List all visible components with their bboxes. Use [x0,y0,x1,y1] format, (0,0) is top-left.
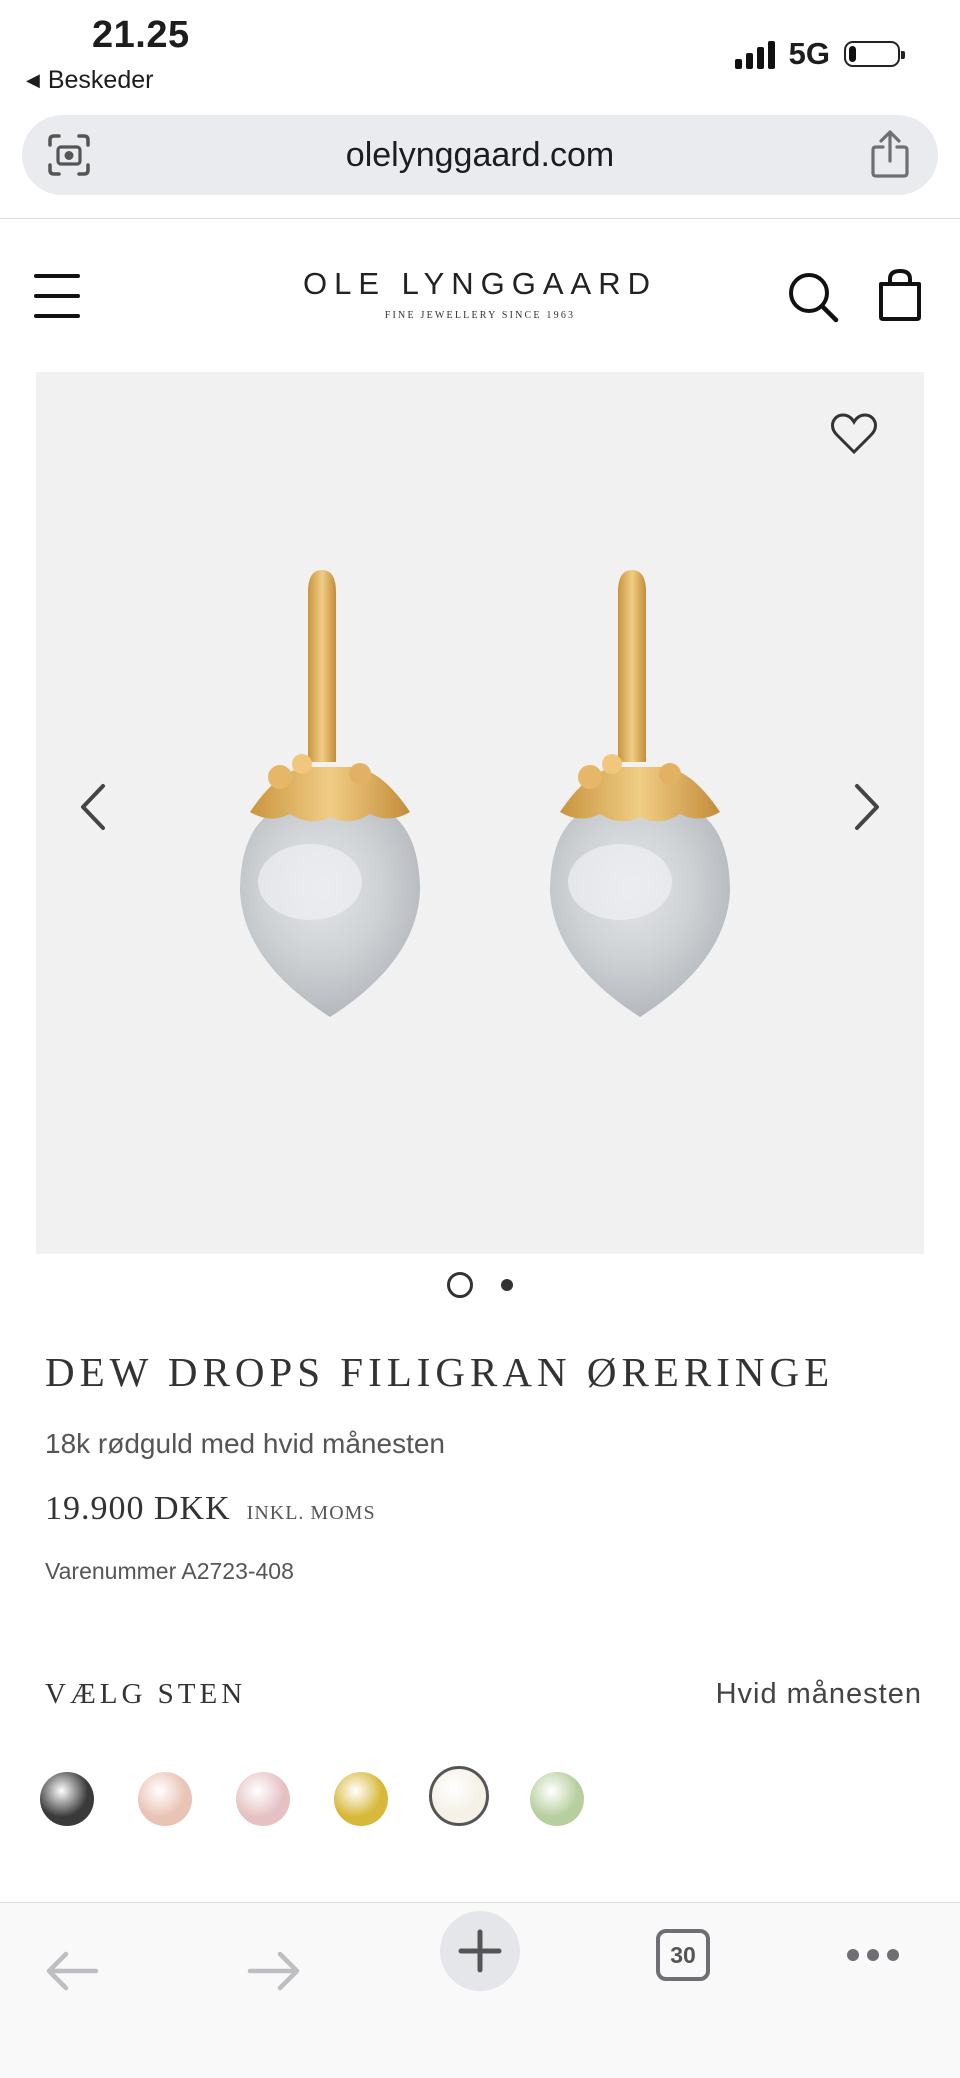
back-triangle-icon: ◀ [26,70,40,90]
product-title: DEW DROPS FILIGRAN ØRERINGE [45,1349,835,1395]
url-text: olelynggaard.com [345,136,615,174]
status-bar: 21.25 ◀ Beskeder 5G [0,0,960,110]
vat-note: INKL. MOMS [246,1502,376,1524]
brand-logo[interactable]: OLE LYNGGAARD FINE JEWELLERY SINCE 1963 [280,266,680,321]
black-stone-swatch[interactable] [40,1772,94,1826]
shopping-bag-icon[interactable] [876,268,924,327]
tabs-count-button[interactable]: 30 [656,1929,710,1981]
browser-toolbar: 30 [0,1902,960,2078]
brand-name: OLE LYNGGAARD [302,266,657,301]
peach-stone-swatch[interactable] [138,1772,192,1826]
status-indicators: 5G [734,36,905,72]
product-sku: Varenummer A2723-408 [45,1558,294,1584]
battery-icon [844,41,905,67]
white-moonstone-swatch[interactable] [429,1766,489,1826]
battery-level [849,46,856,62]
forward-arrow-icon[interactable] [246,1949,302,1998]
next-image-arrow-icon[interactable] [852,782,882,837]
back-to-app-link[interactable]: ◀ Beskeder [26,66,153,95]
green-stone-swatch[interactable] [530,1772,584,1826]
product-image-gallery[interactable] [36,372,924,1254]
pagination-dot-active[interactable] [447,1272,473,1298]
stone-selected-value: Hvid månesten [715,1678,922,1710]
wishlist-heart-icon[interactable] [830,412,878,461]
new-tab-button[interactable] [440,1911,520,1991]
pagination-dot[interactable] [501,1279,513,1291]
stone-swatch-list [40,1766,600,1828]
back-app-label: Beskeder [47,66,154,94]
product-price: 19.900 DKK [45,1490,231,1527]
search-icon[interactable] [786,270,840,329]
cellular-signal-icon [734,39,775,69]
stone-selector-label: VÆLG STEN [45,1678,247,1710]
product-earring-image [520,562,760,1047]
previous-image-arrow-icon[interactable] [78,782,108,837]
share-icon[interactable] [868,129,912,184]
yellow-stone-swatch[interactable] [334,1772,388,1826]
pink-stone-swatch[interactable] [236,1772,290,1826]
gallery-pagination [0,1272,960,1298]
menu-hamburger-icon[interactable] [34,274,80,318]
brand-tagline: FINE JEWELLERY SINCE 1963 [384,310,576,321]
product-earring-image [210,562,450,1047]
more-options-icon[interactable] [846,1947,900,1968]
clock: 21.25 [92,14,190,56]
network-type: 5G [788,36,830,71]
price-row: 19.900 DKK INKL. MOMS [45,1490,376,1528]
divider [0,218,960,219]
plus-icon [458,1929,502,1973]
product-subtitle: 18k rødguld med hvid månesten [45,1428,445,1459]
address-bar[interactable]: olelynggaard.com [22,115,938,195]
back-arrow-icon[interactable] [44,1949,100,1998]
